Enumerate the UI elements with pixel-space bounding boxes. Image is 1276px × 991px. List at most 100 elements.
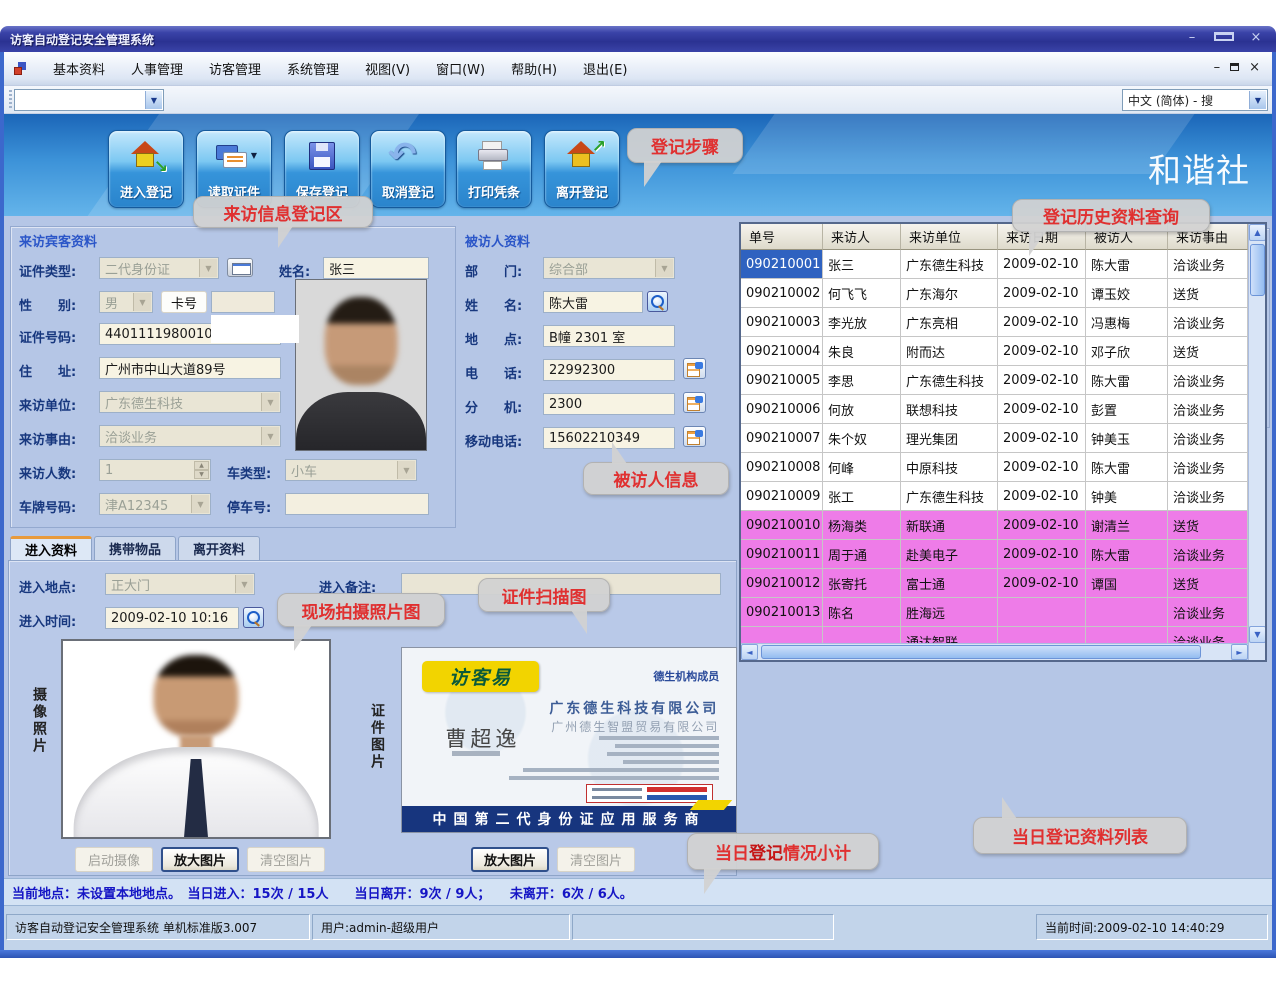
table-cell[interactable]: 090210003: [741, 308, 823, 337]
table-cell[interactable]: 090210004: [741, 337, 823, 366]
call-ext-icon[interactable]: [683, 392, 706, 413]
table-cell[interactable]: 附而达: [901, 337, 998, 366]
visitor-name-input[interactable]: 张三: [323, 257, 429, 279]
table-cell[interactable]: 谢清兰: [1086, 511, 1168, 540]
id-type-combo[interactable]: 二代身份证▼: [99, 257, 219, 279]
interviewee-name-input[interactable]: 陈大雷: [543, 291, 643, 313]
table-cell[interactable]: 李光放: [823, 308, 901, 337]
tab-leave-info[interactable]: 离开资料: [178, 536, 260, 560]
table-row[interactable]: 090210001张三广东德生科技2009-02-10陈大雷洽谈业务: [741, 250, 1248, 279]
table-cell[interactable]: 洽谈业务: [1168, 308, 1248, 337]
scroll-up-icon[interactable]: ▲: [1249, 224, 1266, 241]
table-cell[interactable]: 2009-02-10: [998, 482, 1086, 511]
visitor-count-stepper[interactable]: 1 ▲▼: [99, 459, 211, 481]
reason-combo[interactable]: 洽谈业务▼: [99, 425, 281, 447]
table-cell[interactable]: 陈大雷: [1086, 366, 1168, 395]
table-row[interactable]: 090210013陈名胜海远洽谈业务: [741, 598, 1248, 627]
table-cell[interactable]: 朱个奴: [823, 424, 901, 453]
table-cell[interactable]: 洽谈业务: [1168, 395, 1248, 424]
table-cell[interactable]: 张工: [823, 482, 901, 511]
table-cell[interactable]: 谭玉姣: [1086, 279, 1168, 308]
table-cell[interactable]: 胜海远: [901, 598, 998, 627]
table-cell[interactable]: 何峰: [823, 453, 901, 482]
table-cell[interactable]: 2009-02-10: [998, 540, 1086, 569]
table-cell[interactable]: 陈名: [823, 598, 901, 627]
spin-down-icon[interactable]: ▼: [194, 470, 209, 479]
table-cell[interactable]: 杨海类: [823, 511, 901, 540]
phone-input[interactable]: 22992300: [543, 359, 675, 381]
entry-time-input[interactable]: 2009-02-10 10:16: [105, 607, 239, 629]
location-input[interactable]: B幢 2301 室: [543, 325, 675, 347]
clear-photo-button[interactable]: 清空图片: [247, 847, 325, 872]
table-cell[interactable]: 新联通: [901, 511, 998, 540]
toolbar-grip[interactable]: [9, 90, 12, 110]
table-cell[interactable]: 洽谈业务: [1168, 250, 1248, 279]
vehicle-combo[interactable]: 小车▼: [285, 459, 417, 481]
table-cell[interactable]: 钟美: [1086, 482, 1168, 511]
tab-carried-items[interactable]: 携带物品: [94, 536, 176, 560]
menu-item-basic[interactable]: 基本资料: [40, 59, 118, 78]
table-cell[interactable]: 谭国: [1086, 569, 1168, 598]
mdi-close-icon[interactable]: ×: [1249, 60, 1260, 75]
table-cell[interactable]: 洽谈业务: [1168, 540, 1248, 569]
table-cell[interactable]: 广东德生科技: [901, 482, 998, 511]
table-cell[interactable]: 陈大雷: [1086, 250, 1168, 279]
table-cell[interactable]: 李思: [823, 366, 901, 395]
table-cell[interactable]: 联想科技: [901, 395, 998, 424]
language-combo[interactable]: 中文 (简体) - 搜 ▼: [1122, 89, 1268, 111]
table-cell[interactable]: 2009-02-10: [998, 511, 1086, 540]
quick-select-combo[interactable]: ▼: [14, 89, 164, 111]
table-cell[interactable]: [998, 598, 1086, 627]
table-cell[interactable]: 张寄托: [823, 569, 901, 598]
table-cell[interactable]: 090210007: [741, 424, 823, 453]
table-cell[interactable]: 朱良: [823, 337, 901, 366]
table-cell[interactable]: 090210001: [741, 250, 823, 279]
table-cell[interactable]: 邓子欣: [1086, 337, 1168, 366]
cancel-registration-button[interactable]: ↶ 取消登记: [370, 130, 446, 208]
table-row[interactable]: 090210008何峰中原科技2009-02-10陈大雷洽谈业务: [741, 453, 1248, 482]
table-row[interactable]: 090210006何放联想科技2009-02-10彭置洽谈业务: [741, 395, 1248, 424]
mdi-minimize-icon[interactable]: –: [1214, 60, 1221, 75]
table-cell[interactable]: 何飞飞: [823, 279, 901, 308]
table-cell[interactable]: 2009-02-10: [998, 308, 1086, 337]
close-icon[interactable]: ×: [1246, 30, 1266, 45]
start-camera-button[interactable]: 启动摄像: [75, 847, 153, 872]
card-no-button[interactable]: 卡号: [161, 291, 207, 313]
menu-item-hr[interactable]: 人事管理: [118, 59, 196, 78]
spin-up-icon[interactable]: ▲: [194, 461, 209, 470]
tab-entry-info[interactable]: 进入资料: [10, 536, 92, 560]
table-column-header[interactable]: 来访单位: [901, 224, 998, 250]
table-cell[interactable]: 090210002: [741, 279, 823, 308]
table-column-header[interactable]: 来访人: [823, 224, 901, 250]
parking-input[interactable]: [285, 493, 429, 515]
table-cell[interactable]: 090210010: [741, 511, 823, 540]
scroll-right-icon[interactable]: ►: [1231, 644, 1248, 660]
table-cell[interactable]: 送货: [1168, 337, 1248, 366]
table-cell[interactable]: 2009-02-10: [998, 279, 1086, 308]
search-icon[interactable]: [647, 291, 668, 312]
table-cell[interactable]: 张三: [823, 250, 901, 279]
table-row[interactable]: 090210003李光放广东亮相2009-02-10冯惠梅洽谈业务: [741, 308, 1248, 337]
vertical-scrollbar[interactable]: ▲ ▼: [1248, 224, 1265, 660]
table-row[interactable]: 090210005李思广东德生科技2009-02-10陈大雷洽谈业务: [741, 366, 1248, 395]
table-cell[interactable]: 广东亮相: [901, 308, 998, 337]
table-cell[interactable]: 冯惠梅: [1086, 308, 1168, 337]
table-cell[interactable]: 2009-02-10: [998, 569, 1086, 598]
scrollbar-thumb[interactable]: [1250, 244, 1265, 296]
table-cell[interactable]: 广东德生科技: [901, 250, 998, 279]
table-cell[interactable]: 广东海尔: [901, 279, 998, 308]
restore-icon[interactable]: [1214, 30, 1234, 45]
card-no-input[interactable]: [211, 291, 275, 313]
chevron-down-icon[interactable]: ▼: [1249, 91, 1266, 109]
table-cell[interactable]: 洽谈业务: [1168, 482, 1248, 511]
table-cell[interactable]: 洽谈业务: [1168, 453, 1248, 482]
address-input[interactable]: 广州市中山大道89号: [99, 357, 281, 379]
menu-item-help[interactable]: 帮助(H): [498, 59, 570, 78]
table-cell[interactable]: 洽谈业务: [1168, 366, 1248, 395]
ext-input[interactable]: 2300: [543, 393, 675, 415]
table-cell[interactable]: 090210013: [741, 598, 823, 627]
id-card-reader-icon[interactable]: [227, 258, 253, 277]
table-row[interactable]: 090210004朱良附而达2009-02-10邓子欣送货: [741, 337, 1248, 366]
call-mobile-icon[interactable]: [683, 426, 706, 447]
gender-combo[interactable]: 男▼: [99, 291, 153, 313]
